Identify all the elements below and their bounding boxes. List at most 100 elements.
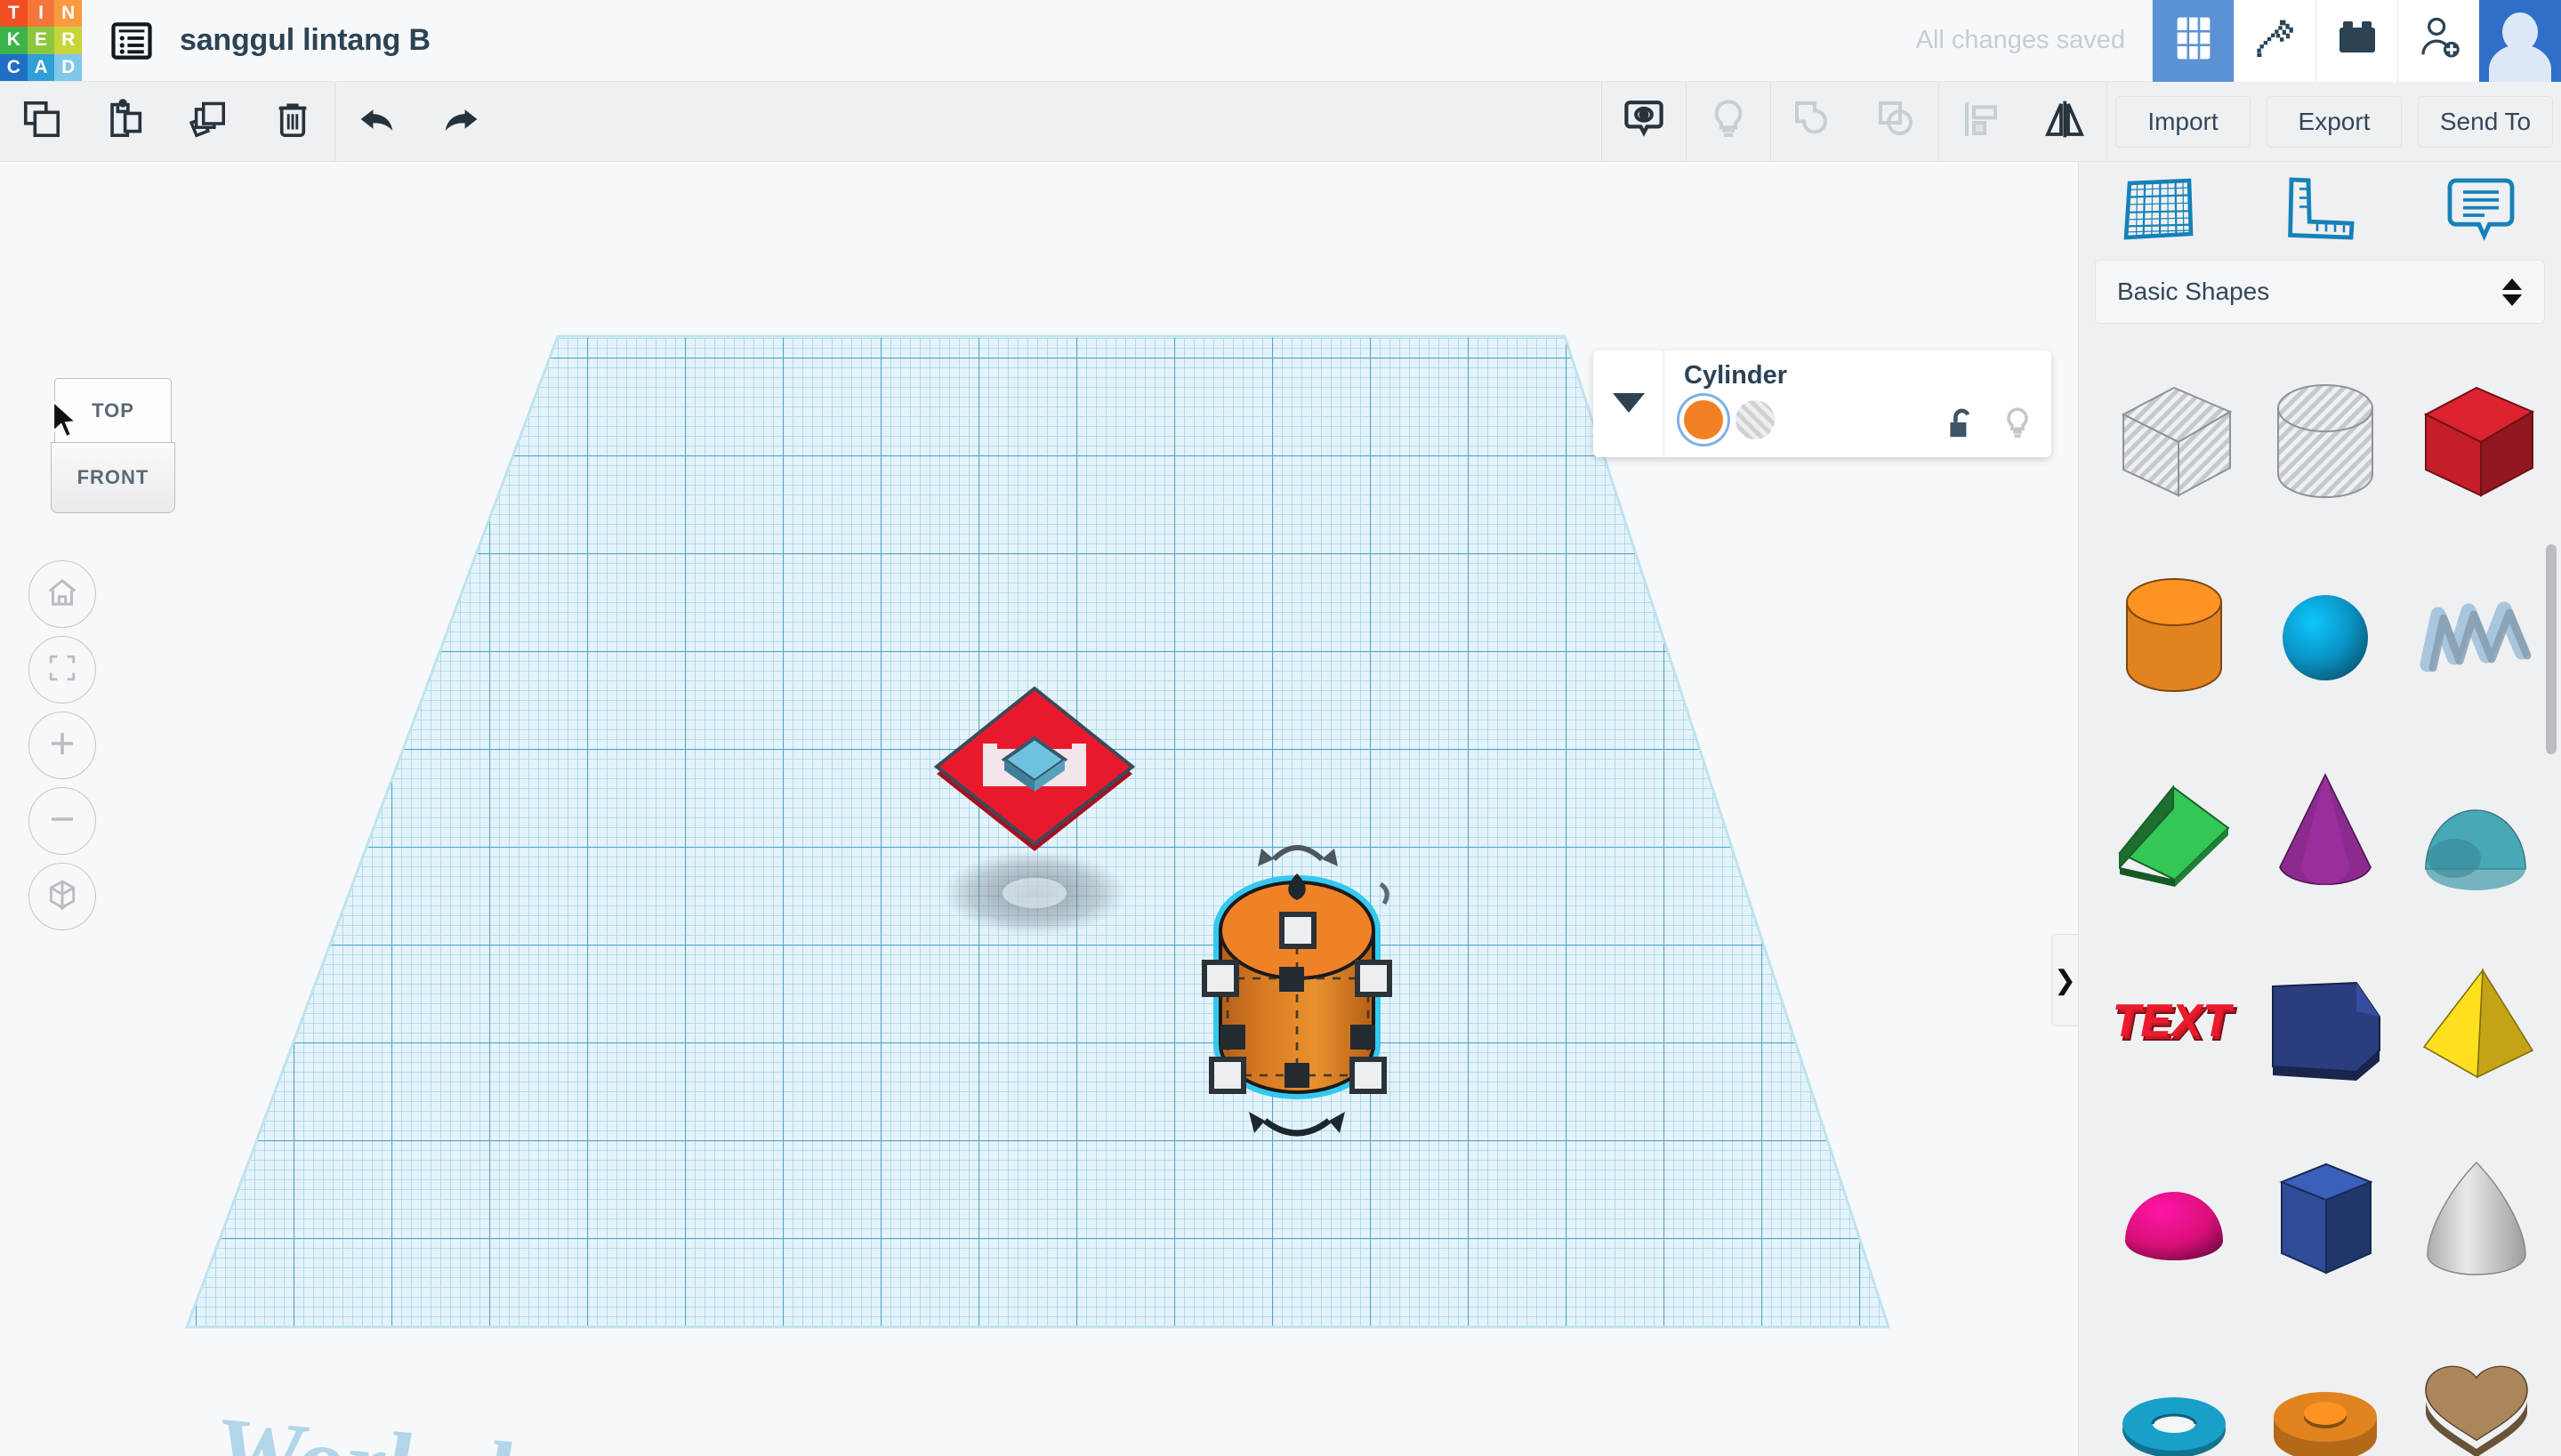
shape-library-grid: TEXT TEXT bbox=[2079, 349, 2561, 1456]
show-hide-button[interactable] bbox=[1602, 82, 1686, 162]
user-avatar[interactable] bbox=[2479, 0, 2561, 82]
undo-button[interactable] bbox=[335, 82, 419, 162]
grid-icon bbox=[2175, 16, 2212, 65]
hole-swatch[interactable] bbox=[1736, 400, 1775, 439]
workplane-label: Workplane bbox=[215, 1396, 662, 1456]
logo-tile: R bbox=[54, 27, 82, 54]
mirror-button[interactable] bbox=[2023, 82, 2106, 162]
ruler-icon bbox=[2283, 176, 2356, 246]
shape-item-box-hole[interactable] bbox=[2098, 349, 2250, 534]
codeblocks-button[interactable] bbox=[2234, 0, 2315, 82]
main-toolbar: Import Export Send To bbox=[0, 81, 2561, 162]
shape-item-heart-brown[interactable] bbox=[2401, 1318, 2552, 1456]
tinkercad-logo[interactable]: T I N K E R C A D bbox=[0, 0, 82, 82]
export-button[interactable]: Export bbox=[2267, 95, 2402, 148]
view-cube-front[interactable]: FRONT bbox=[51, 442, 175, 513]
shape-item-tube-orange[interactable] bbox=[2250, 1318, 2401, 1456]
copy-icon bbox=[21, 99, 62, 144]
logo-tile: E bbox=[27, 27, 55, 54]
align-button[interactable] bbox=[1939, 82, 2023, 162]
editor-canvas[interactable]: Workplane bbox=[0, 162, 2078, 1456]
shape-item-cone-purple[interactable] bbox=[2250, 736, 2401, 921]
shape-item-halfcylinder-teal[interactable] bbox=[2401, 736, 2552, 921]
design-workspace-button[interactable] bbox=[2152, 0, 2234, 82]
chevron-down-icon[interactable] bbox=[1593, 350, 1664, 457]
ungroup-button[interactable] bbox=[1855, 82, 1938, 162]
view-cube[interactable]: TOP FRONT bbox=[51, 378, 175, 513]
shape-item-polygon-blue[interactable] bbox=[2250, 930, 2401, 1115]
redo-button[interactable] bbox=[419, 82, 503, 162]
shape-panel-scrollbar[interactable] bbox=[2546, 544, 2557, 754]
tab-note[interactable] bbox=[2419, 169, 2543, 253]
spinner-arrows-icon bbox=[2501, 278, 2523, 306]
import-button[interactable]: Import bbox=[2115, 95, 2251, 148]
shape-item-hexprism-blue[interactable] bbox=[2250, 1124, 2401, 1309]
shape-item-halfsphere-pink[interactable] bbox=[2098, 1124, 2250, 1309]
shape-item-cylinder-orange[interactable] bbox=[2098, 543, 2250, 728]
unlock-icon[interactable] bbox=[1946, 407, 1977, 446]
workplane-marker-shadow bbox=[941, 850, 1128, 936]
shape-category-select[interactable]: Basic Shapes bbox=[2095, 260, 2545, 324]
home-icon bbox=[46, 576, 78, 613]
workplane-grid-icon bbox=[2122, 176, 2195, 246]
tab-ruler[interactable] bbox=[2258, 169, 2382, 253]
logo-tile: C bbox=[0, 53, 28, 82]
invite-people-button[interactable] bbox=[2397, 0, 2479, 82]
perspective-toggle-button[interactable] bbox=[28, 863, 96, 930]
avatar-body bbox=[2489, 44, 2551, 82]
shape-item-cylinder-hole[interactable] bbox=[2250, 349, 2401, 534]
shape-item-torus-blue[interactable] bbox=[2098, 1318, 2250, 1456]
shape-item-box-red[interactable] bbox=[2401, 349, 2552, 534]
panel-collapse-toggle[interactable]: ❯ bbox=[2051, 934, 2078, 1026]
delete-button[interactable] bbox=[251, 82, 334, 162]
shape-item-roof-green[interactable] bbox=[2098, 736, 2250, 921]
logo-tile: I bbox=[27, 0, 55, 28]
lightbulb-icon[interactable] bbox=[2003, 406, 2032, 446]
person-add-icon bbox=[2417, 16, 2461, 65]
page-title[interactable]: sanggul lintang B bbox=[180, 23, 431, 58]
trash-icon bbox=[272, 99, 313, 144]
logo-tile: A bbox=[27, 53, 55, 82]
object-inspector-panel[interactable]: Cylinder bbox=[1593, 350, 2051, 457]
shape-item-scribble[interactable] bbox=[2401, 543, 2552, 728]
tab-workplane[interactable] bbox=[2097, 169, 2221, 253]
align-icon bbox=[1960, 98, 2002, 145]
shape-category-wrap: Basic Shapes bbox=[2079, 260, 2561, 324]
group-button[interactable] bbox=[1771, 82, 1855, 162]
view-nav-buttons bbox=[28, 560, 96, 938]
zoom-out-button[interactable] bbox=[28, 787, 96, 855]
app-header: T I N K E R C A D sanggul lintang B All … bbox=[0, 0, 2561, 82]
shape-item-sphere-blue[interactable] bbox=[2250, 543, 2401, 728]
shape-item-text-red[interactable]: TEXT TEXT bbox=[2098, 930, 2250, 1115]
mouse-cursor-icon bbox=[52, 399, 82, 444]
logo-tile: D bbox=[54, 53, 82, 82]
plus-icon bbox=[46, 728, 78, 764]
solid-color-swatch[interactable] bbox=[1684, 400, 1723, 439]
send-to-button[interactable]: Send To bbox=[2418, 95, 2553, 148]
duplicate-icon bbox=[188, 99, 230, 144]
blocks-button[interactable] bbox=[2315, 0, 2397, 82]
object-panel-icons bbox=[1946, 406, 2032, 446]
mirror-flip-icon bbox=[2043, 98, 2086, 145]
ortho-cube-icon bbox=[45, 878, 79, 916]
copy-button[interactable] bbox=[0, 82, 84, 162]
save-status: All changes saved bbox=[1915, 26, 2125, 54]
duplicate-button[interactable] bbox=[167, 82, 251, 162]
eye-bubble-icon bbox=[1623, 98, 1665, 145]
shapes-panel: Basic Shapes TEXT TEXT bbox=[2078, 162, 2561, 1456]
logo-tile: T bbox=[0, 0, 28, 28]
minus-icon bbox=[46, 803, 78, 840]
home-view-button[interactable] bbox=[28, 560, 96, 628]
shape-item-pyramid-yellow[interactable] bbox=[2401, 930, 2552, 1115]
undo-arrow-icon bbox=[354, 99, 400, 144]
list-icon[interactable] bbox=[107, 16, 157, 66]
fit-view-button[interactable] bbox=[28, 636, 96, 704]
logo-tile: K bbox=[0, 27, 28, 54]
light-button[interactable] bbox=[1687, 82, 1770, 162]
logo-tile: N bbox=[54, 0, 82, 28]
object-name-label: Cylinder bbox=[1684, 361, 1788, 390]
shape-item-paraboloid-white[interactable] bbox=[2401, 1124, 2552, 1309]
zoom-in-button[interactable] bbox=[28, 712, 96, 779]
paste-button[interactable] bbox=[84, 82, 167, 162]
shapes-panel-tabs bbox=[2079, 162, 2561, 260]
